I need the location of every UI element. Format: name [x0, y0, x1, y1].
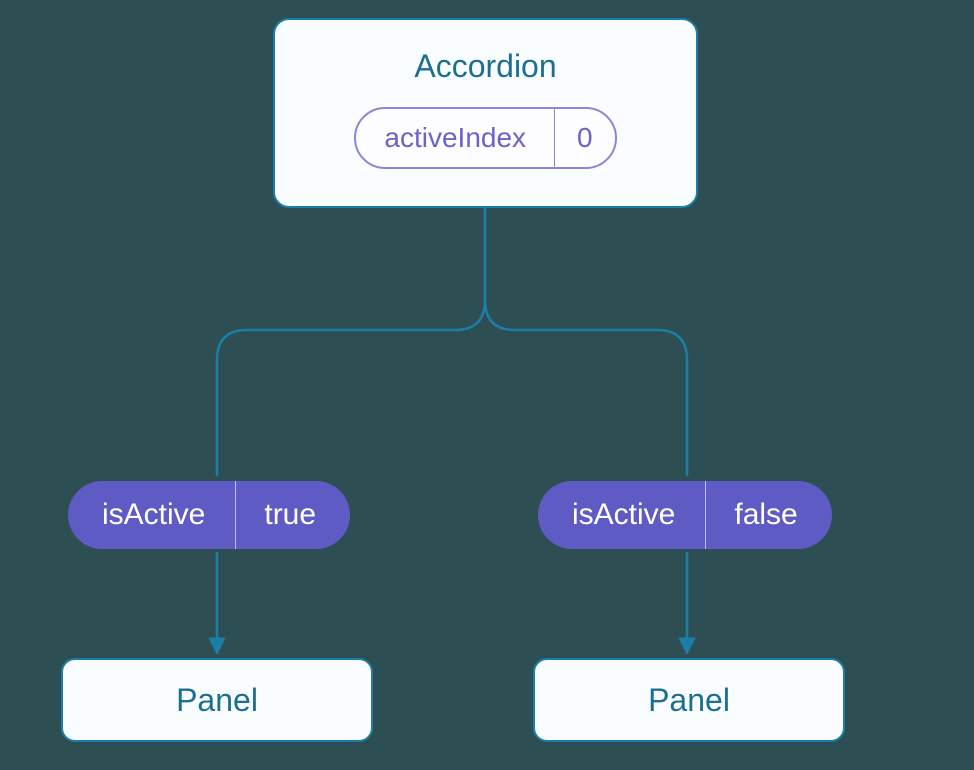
state-name: activeIndex — [356, 109, 554, 167]
panel-component-box-left: Panel — [61, 658, 373, 742]
panel-label: Panel — [648, 682, 730, 719]
state-value: 0 — [554, 109, 615, 167]
prop-value: false — [705, 481, 831, 549]
prop-pill-isactive-right: isActive false — [538, 481, 832, 549]
panel-label: Panel — [176, 682, 258, 719]
accordion-title: Accordion — [414, 48, 556, 85]
prop-name: isActive — [538, 481, 705, 549]
prop-value: true — [235, 481, 350, 549]
state-pill-activeindex: activeIndex 0 — [354, 107, 616, 169]
prop-pill-isactive-left: isActive true — [68, 481, 350, 549]
accordion-component-box: Accordion activeIndex 0 — [273, 18, 698, 208]
prop-name: isActive — [68, 481, 235, 549]
panel-component-box-right: Panel — [533, 658, 845, 742]
